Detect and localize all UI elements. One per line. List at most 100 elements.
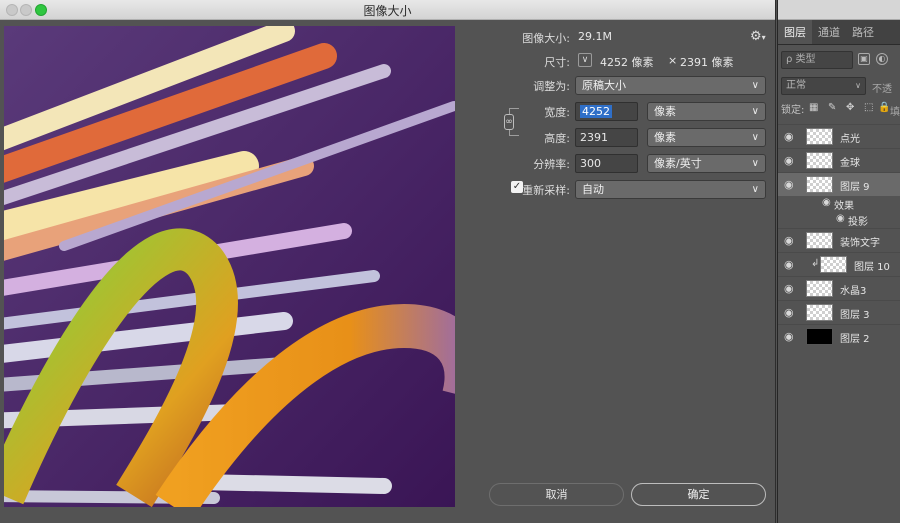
chevron-down-icon: ∨ — [751, 80, 759, 91]
adjustment-filter-icon[interactable]: ◐ — [876, 53, 888, 65]
layer-row[interactable]: ◉ 金球 — [778, 148, 900, 172]
window-title: 图像大小 — [363, 4, 412, 18]
width-unit-value: 像素 — [654, 105, 676, 118]
fit-to-select[interactable]: 原稿大小 ∨ — [575, 76, 766, 95]
preview-artwork — [4, 26, 455, 507]
panel-top-bar — [778, 0, 900, 20]
tab-layers[interactable]: 图层 — [778, 20, 812, 44]
cancel-button[interactable]: 取消 — [489, 483, 624, 506]
panel-tabs: 图层 通道 路径 — [778, 20, 900, 45]
image-filter-icon[interactable]: ▣ — [858, 53, 870, 65]
chevron-down-icon: ∨ — [581, 55, 589, 65]
effects-label: 效果 — [834, 201, 854, 212]
layer-filter-label: ρ 类型 — [786, 54, 816, 65]
fit-to-value: 原稿大小 — [582, 79, 626, 92]
lock-position-icon[interactable]: ✥ — [846, 102, 854, 113]
layer-row[interactable]: ◉ 装饰文字 — [778, 228, 900, 252]
height-value: 2391 — [580, 131, 608, 144]
drop-shadow-label: 投影 — [848, 217, 868, 228]
width-unit-select[interactable]: 像素 ∨ — [647, 102, 766, 121]
eye-icon[interactable]: ◉ — [836, 213, 845, 224]
layers-panel: 图层 通道 路径 ρ 类型 ▣ ◐ 正常 ∨ 不透 锁定: ▦ ✎ ✥ ⬚ 🔒 … — [777, 0, 900, 523]
title-bar: 图像大小 — [0, 0, 775, 20]
dimensions-separator: × — [668, 54, 678, 67]
layer-row[interactable]: ◉ ↲ 图层 10 — [778, 252, 900, 276]
resample-value: 自动 — [582, 183, 604, 196]
layer-row[interactable]: ◉ 图层 3 — [778, 300, 900, 324]
ok-button[interactable]: 确定 — [631, 483, 766, 506]
layer-name: 图层 9 — [840, 182, 870, 193]
tab-paths[interactable]: 路径 — [846, 20, 880, 44]
resample-label: 重新采样: — [522, 184, 570, 197]
layer-row[interactable]: ◉ 图层 2 — [778, 324, 900, 348]
resample-select[interactable]: 自动 ∨ — [575, 180, 766, 199]
width-value: 4252 — [580, 105, 612, 118]
chevron-down-icon: ∨ — [751, 184, 759, 195]
layer-name: 金球 — [840, 158, 860, 169]
eye-icon[interactable]: ◉ — [822, 197, 831, 208]
resolution-unit-value: 像素/英寸 — [654, 157, 702, 170]
tab-channels[interactable]: 通道 — [812, 20, 846, 44]
eye-icon[interactable]: ◉ — [784, 130, 794, 143]
width-label: 宽度: — [544, 106, 570, 119]
layer-row[interactable]: ◉ 点光 — [778, 124, 900, 148]
resolution-unit-select[interactable]: 像素/英寸 ∨ — [647, 154, 766, 173]
dimensions-width: 4252 像素 — [600, 56, 654, 69]
eye-icon[interactable]: ◉ — [784, 154, 794, 167]
fit-to-label: 调整为: — [533, 80, 570, 93]
layer-thumbnail — [806, 232, 833, 249]
clipping-mask-icon: ↲ — [811, 258, 820, 269]
layer-row-selected[interactable]: ◉ 图层 9 — [778, 172, 900, 196]
dimensions-units-button[interactable]: ∨ — [578, 53, 592, 67]
height-input[interactable]: 2391 — [575, 128, 638, 147]
blend-mode-value: 正常 — [786, 80, 806, 91]
layer-thumbnail — [806, 280, 833, 297]
layer-effects-row[interactable]: ◉ 效果 — [778, 196, 900, 212]
eye-icon[interactable]: ◉ — [784, 330, 794, 343]
dimensions-height: 2391 像素 — [680, 56, 734, 69]
lock-all-icon[interactable]: 🔒 — [878, 102, 890, 113]
lock-pixels-icon[interactable]: ✎ — [828, 102, 836, 113]
lock-transparent-icon[interactable]: ▦ — [809, 102, 818, 113]
layer-thumbnail — [820, 256, 847, 273]
dimensions-label: 尺寸: — [544, 56, 570, 69]
layer-thumbnail — [806, 152, 833, 169]
gear-icon[interactable]: ⚙▾ — [750, 29, 766, 44]
fill-label: 填 — [890, 107, 900, 118]
resolution-input[interactable]: 300 — [575, 154, 638, 173]
layer-thumbnail — [806, 176, 833, 193]
eye-icon[interactable]: ◉ — [784, 234, 794, 247]
layer-effect-row[interactable]: ◉ 投影 — [778, 212, 900, 228]
layer-name: 图层 3 — [840, 310, 870, 321]
layer-thumbnail — [806, 304, 833, 321]
height-label: 高度: — [544, 132, 570, 145]
eye-icon[interactable]: ◉ — [784, 178, 794, 191]
layer-thumbnail — [806, 328, 833, 345]
chevron-down-icon: ∨ — [751, 158, 759, 169]
chevron-down-icon: ∨ — [751, 132, 759, 143]
layer-name: 装饰文字 — [840, 238, 880, 249]
image-size-dialog: 图像大小 图像大小: 29.1M ⚙▾ 尺寸: ∨ 4252 像素 × 2391… — [0, 0, 776, 523]
layers-list: ◉ 点光 ◉ 金球 ◉ 图层 9 ◉ 效果 ◉ 投影 ◉ 装饰文字 ◉ ↲ 图层… — [778, 124, 900, 348]
blend-mode-select[interactable]: 正常 ∨ — [781, 77, 866, 95]
image-preview[interactable] — [4, 26, 455, 507]
layer-filter-select[interactable]: ρ 类型 — [781, 51, 853, 69]
chevron-down-icon: ∨ — [855, 81, 861, 90]
lock-artboard-icon[interactable]: ⬚ — [864, 102, 873, 113]
image-size-label: 图像大小: — [522, 32, 570, 45]
resolution-value: 300 — [580, 157, 601, 170]
eye-icon[interactable]: ◉ — [784, 282, 794, 295]
image-size-value: 29.1M — [578, 30, 612, 43]
height-unit-value: 像素 — [654, 131, 676, 144]
layer-name: 点光 — [840, 134, 860, 145]
chevron-down-icon: ∨ — [751, 106, 759, 117]
layer-row[interactable]: ◉ 水晶3 — [778, 276, 900, 300]
resolution-label: 分辨率: — [533, 158, 570, 171]
eye-icon[interactable]: ◉ — [784, 306, 794, 319]
layer-thumbnail — [806, 128, 833, 145]
layer-name: 水晶3 — [840, 286, 867, 297]
height-unit-select[interactable]: 像素 ∨ — [647, 128, 766, 147]
opacity-label: 不透 — [872, 84, 892, 95]
eye-icon[interactable]: ◉ — [784, 258, 794, 271]
width-input[interactable]: 4252 — [575, 102, 638, 121]
